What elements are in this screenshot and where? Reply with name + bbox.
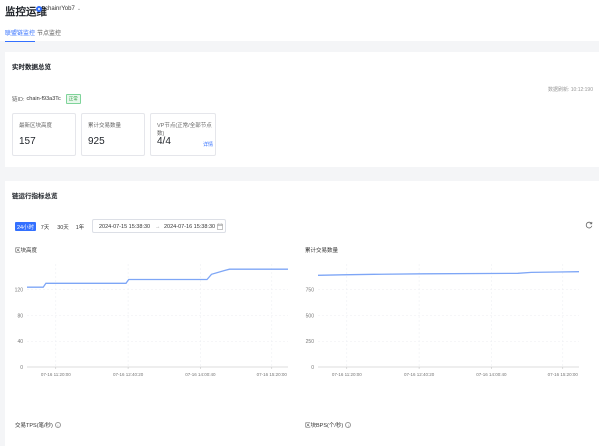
chart-title-bps: 区块BPS(个/秒) i — [305, 421, 352, 429]
x-tick-label: 07-16 14:00:40 — [185, 372, 216, 377]
x-tick-label: 07-16 15:20:00 — [548, 372, 579, 377]
stat-card-tx-count: 累计交易数量 925 — [81, 113, 145, 156]
date-separator: → — [155, 224, 161, 230]
date-start: 2024-07-15 15:38:30 — [99, 224, 151, 230]
stat-card-block-height: 最新区块高度 157 — [12, 113, 76, 156]
series-line — [27, 268, 288, 288]
x-tick-label: 07-16 14:00:40 — [476, 372, 507, 377]
realtime-title: 实时数据总览 — [12, 64, 51, 71]
stat-label: 累计交易数量 — [88, 123, 122, 129]
chevron-down-icon: ⌄ — [76, 6, 82, 12]
x-tick-label: 07-16 12:40:20 — [404, 372, 435, 377]
stat-label: 最新区块高度 — [19, 123, 53, 129]
y-tick-label: 0 — [311, 365, 314, 371]
y-tick-label: 120 — [15, 288, 24, 294]
stat-card-vp-nodes: VP节点(正常/全部节点数) 4/4 详情 — [150, 113, 216, 156]
stat-value: 157 — [19, 136, 36, 147]
date-end: 2024-07-16 15:38:30 — [164, 224, 216, 230]
top-header: 监控运维 chainrYob7 ⌄ 联盟链监控 节点监控 — [0, 0, 599, 42]
range-24h-button[interactable]: 24小时 — [15, 222, 36, 231]
chain-id-label: 链ID: — [12, 97, 25, 103]
refresh-icon[interactable] — [585, 221, 593, 231]
y-tick-label: 750 — [306, 288, 315, 294]
y-tick-label: 500 — [306, 313, 315, 319]
y-tick-label: 80 — [17, 313, 23, 319]
stat-label: VP节点(正常/全部节点数) — [157, 123, 212, 137]
y-tick-label: 40 — [17, 339, 23, 345]
chart-title-block-height: 区块高度 — [15, 248, 38, 254]
x-tick-label: 07-16 11:20:00 — [41, 372, 71, 377]
metrics-title: 链运行指标总览 — [12, 193, 58, 200]
range-1y-button[interactable]: 1年 — [74, 222, 86, 231]
range-30d-button[interactable]: 30天 — [55, 222, 71, 231]
range-7d-button[interactable]: 7天 — [39, 222, 51, 231]
sync-time: 数据刷新: 10:12:190 — [547, 87, 593, 93]
bps-title: 区块BPS(个/秒) — [305, 423, 344, 429]
x-tick-label: 07-16 12:40:20 — [113, 372, 144, 377]
y-tick-label: 0 — [20, 365, 23, 371]
tx-count-chart: 0 250 500 750 07-16 11:20:00 07-16 12:40:20 07… — [306, 264, 580, 377]
chain-selector[interactable]: chainrYob7 ⌄ — [36, 6, 81, 12]
x-tick-label: 07-16 15:20:00 — [257, 372, 288, 377]
series-line — [317, 271, 580, 276]
details-link[interactable]: 详情 — [203, 141, 213, 148]
info-icon[interactable]: i — [54, 422, 61, 428]
chart-title-tps: 交易TPS(笔/秒) i — [15, 421, 61, 429]
tps-title: 交易TPS(笔/秒) — [15, 423, 53, 429]
stat-value: 925 — [88, 136, 105, 147]
chain-id: 链ID: chain-f93a3Tc 正常 — [12, 94, 81, 104]
date-range-picker[interactable]: 2024-07-15 15:38:30 → 2024-07-16 15:38:3… — [92, 219, 226, 233]
x-tick-label: 07-16 11:20:00 — [332, 372, 362, 377]
block-height-chart: 0 40 80 120 07-16 11:20:00 07-16 12:40:20 07-1… — [15, 264, 288, 377]
tab-node-monitor[interactable]: 节点监控 — [37, 28, 61, 41]
stat-value: 4/4 — [157, 136, 171, 147]
status-badge: 正常 — [65, 94, 81, 104]
chain-selector-label: chainrYob7 — [45, 6, 75, 12]
chain-icon — [36, 6, 42, 12]
tab-chain-monitor[interactable]: 联盟链监控 — [5, 28, 36, 42]
chain-id-value: chain-f93a3Tc — [26, 96, 61, 102]
calendar-icon — [217, 223, 223, 232]
chart-title-tx-count: 累计交易数量 — [305, 248, 339, 254]
info-icon[interactable]: i — [345, 422, 352, 428]
y-tick-label: 250 — [306, 339, 315, 345]
